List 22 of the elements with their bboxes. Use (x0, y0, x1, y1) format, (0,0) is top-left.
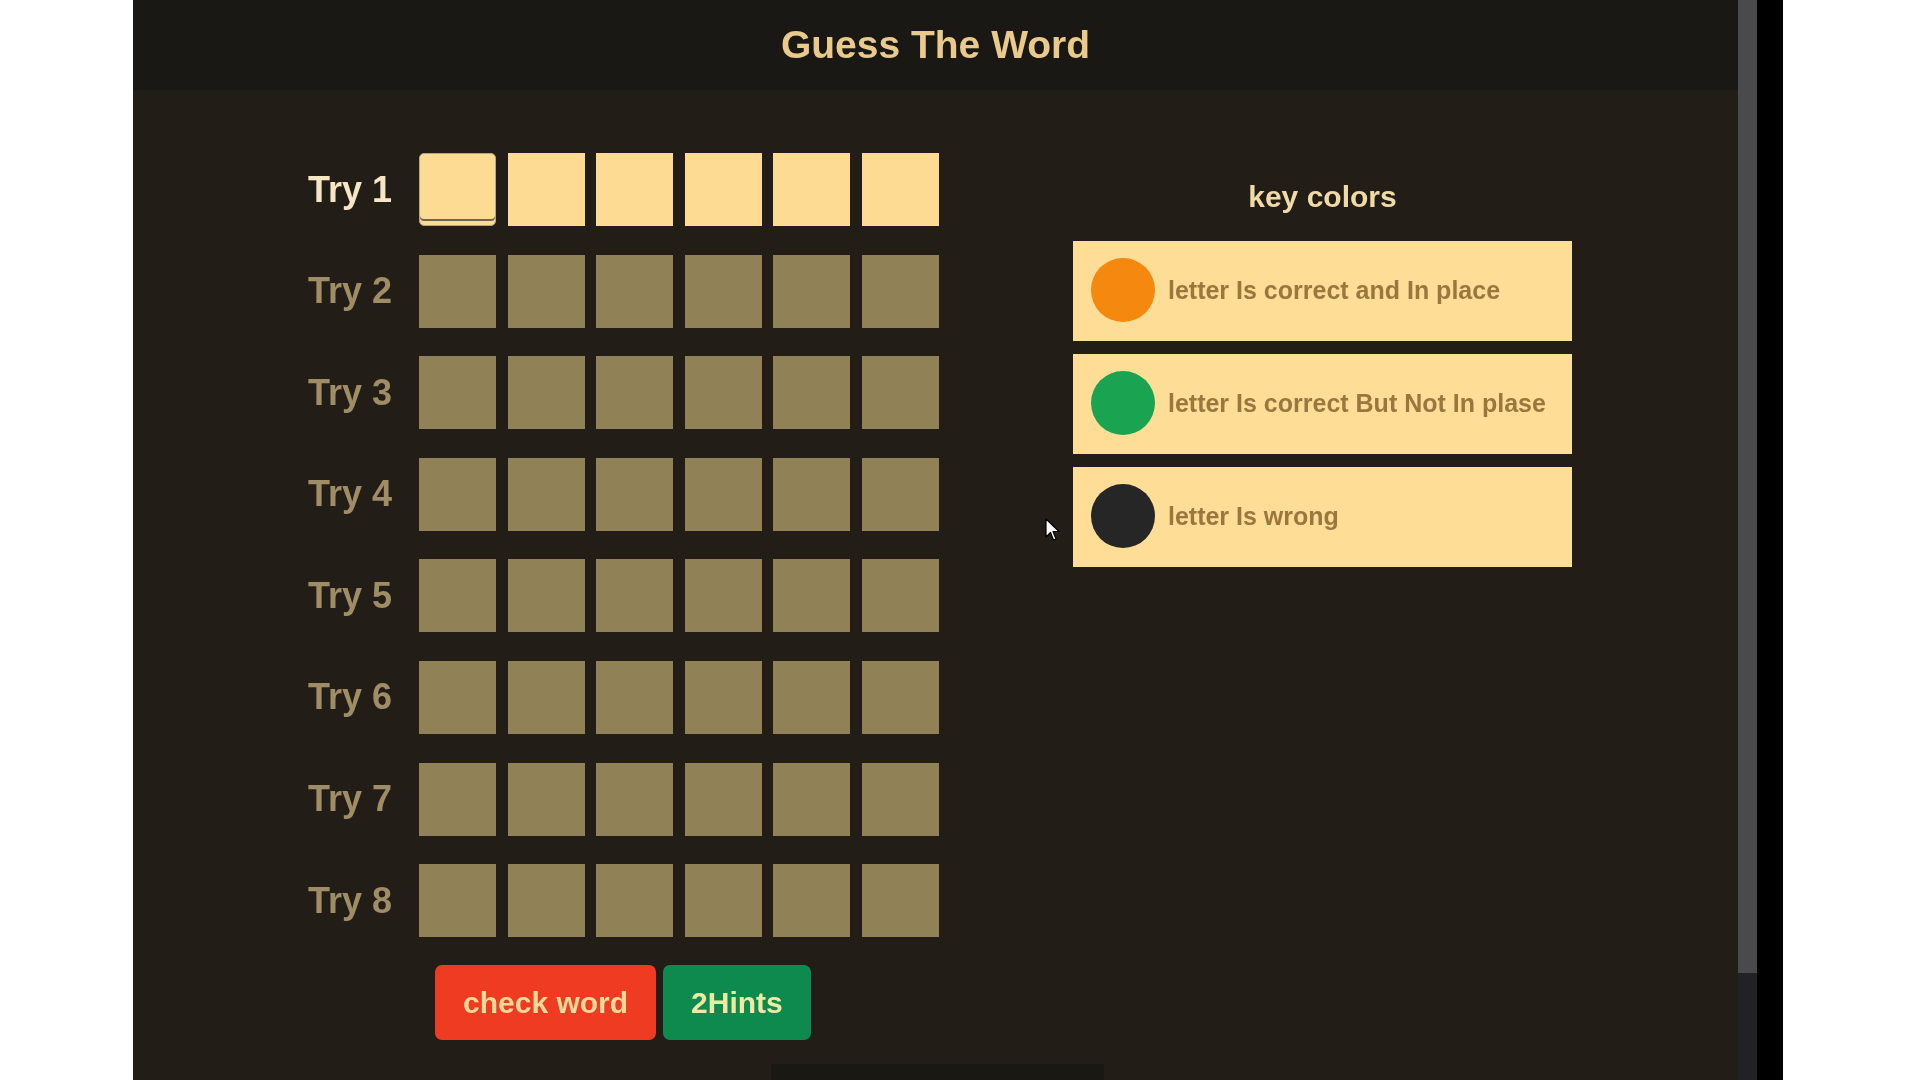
key-color-text: letter Is correct But Not In plase (1167, 388, 1546, 418)
try-label: Try 3 (306, 371, 392, 414)
letter-input[interactable] (684, 153, 762, 226)
letter-input[interactable] (861, 153, 939, 226)
letter-input[interactable] (507, 153, 585, 226)
try-label: Try 1 (306, 168, 392, 211)
hints-button[interactable]: 2Hints (663, 965, 811, 1041)
try-label: Try 8 (306, 879, 392, 922)
try-label: Try 5 (306, 574, 392, 617)
page-title: Guess The Word (780, 23, 1091, 67)
letter-input[interactable] (773, 153, 851, 226)
pointer-cursor-icon (1045, 518, 1060, 542)
key-colors-title: key colors (1247, 180, 1398, 214)
try-label: Try 6 (306, 676, 392, 719)
key-color-text: letter Is wrong (1167, 501, 1339, 531)
letter-input[interactable] (419, 153, 496, 226)
key-color-text: letter Is correct and In place (1167, 275, 1501, 305)
try-label: Try 2 (306, 270, 392, 313)
try-label: Try 4 (306, 473, 392, 516)
letter-input[interactable] (596, 153, 674, 226)
try-label: Try 7 (306, 778, 392, 821)
check-word-button[interactable]: check word (435, 965, 657, 1041)
